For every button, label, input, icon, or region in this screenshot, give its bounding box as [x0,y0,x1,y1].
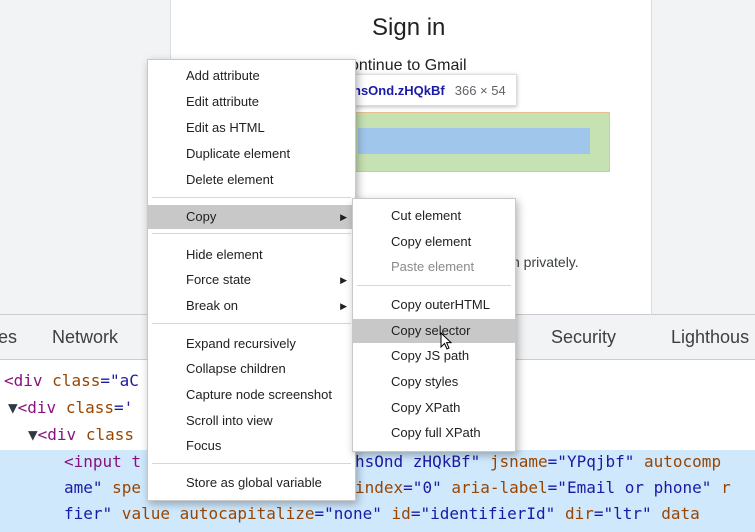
attr-name: r [711,478,731,497]
attr-value: fier" [64,504,113,523]
attr-value: ame" [64,478,103,497]
submenu-item-paste-element[interactable]: Paste element [353,255,515,279]
attr-name: autocomp [634,452,722,471]
submenu-item-copy-element[interactable]: Copy element [353,230,515,254]
tab-lighthouse[interactable]: Lighthous [671,327,749,348]
privately-text: n privately. [512,254,579,270]
attr-name: class [85,425,134,444]
attr-name: spe [102,478,142,497]
attr-name: dir [555,504,594,523]
attr-value: =' [113,398,134,417]
attr-name: value [112,504,170,523]
tag-text: <div [37,425,86,444]
tab-security[interactable]: Security [551,327,616,348]
dom-node-line[interactable]: ▼<div class [28,425,134,444]
submenu-arrow-icon: ▶ [340,301,347,311]
menu-item-duplicate-element[interactable]: Duplicate element [148,142,355,166]
submenu-item-copy-full-xpath[interactable]: Copy full XPath [353,421,515,445]
attr-name: index [355,478,404,497]
menu-item-scroll-into-view[interactable]: Scroll into view [148,409,355,433]
page-subtitle: ontinue to Gmail [350,57,467,74]
submenu-item-copy-styles[interactable]: Copy styles [353,370,515,394]
menu-item-break-on-label: Break on [186,298,239,313]
context-menu: Add attribute Edit attribute Edit as HTM… [147,59,356,501]
menu-separator [152,233,351,234]
dom-node-line[interactable]: <div class="aC [4,371,139,390]
attr-value: ="identifierId" [410,504,556,523]
attr-name: class [65,398,114,417]
dom-node-line-selected-tail[interactable]: hsOnd zHQkBf" jsname="YPqjbf" autocomp [355,452,721,471]
mouse-cursor-icon [440,332,452,350]
menu-item-expand-recursively[interactable]: Expand recursively [148,332,355,356]
dom-node-line-selected[interactable]: <input t [64,452,141,471]
submenu-item-copy-selector[interactable]: Copy selector [353,319,515,343]
submenu-item-copy-xpath[interactable]: Copy XPath [353,396,515,420]
menu-item-add-attribute[interactable]: Add attribute [148,64,355,88]
menu-separator [152,197,351,198]
element-tooltip: hsOnd.zHQkBf 366 × 54 [342,74,517,106]
tooltip-size: 366 × 54 [454,82,506,98]
attr-value: ="aC [100,371,139,390]
expand-triangle-icon[interactable]: ▼ [8,398,18,417]
attr-name: id [381,504,411,523]
attr-name: jsname [480,452,548,471]
attr-value: hsOnd zHQkBf" [355,452,481,471]
element-highlight-content [358,128,590,154]
tag-text: <div [17,398,66,417]
tag-text: <input t [64,452,142,471]
attr-value: ="none" [314,504,382,523]
menu-item-copy[interactable]: Copy ▶ [148,205,355,229]
menu-item-hide-element[interactable]: Hide element [148,243,355,267]
menu-item-force-state-label: Force state [186,272,252,287]
attr-name: autocapitalize [169,504,315,523]
submenu-arrow-icon: ▶ [340,275,347,285]
menu-item-copy-label: Copy [186,209,217,224]
menu-item-edit-as-html[interactable]: Edit as HTML [148,116,355,140]
tag-text: <div [4,371,53,390]
submenu-item-cut-element[interactable]: Cut element [353,204,515,228]
menu-separator [152,323,351,324]
menu-item-store-as-global-variable[interactable]: Store as global variable [148,471,355,495]
expand-triangle-icon[interactable]: ▼ [28,425,38,444]
page-title: Sign in [372,14,446,41]
menu-separator [357,285,511,286]
tab-sources[interactable]: es [0,327,17,348]
menu-item-edit-attribute[interactable]: Edit attribute [148,90,355,114]
menu-item-delete-element[interactable]: Delete element [148,168,355,192]
dom-node-line-selected[interactable]: ame" spe [64,478,141,497]
attr-name: aria-label [441,478,548,497]
attr-name: class [52,371,101,390]
attr-value: ="0" [403,478,442,497]
dom-node-line-selected-tail[interactable]: index="0" aria-label="Email or phone" r [355,478,731,497]
attr-value: ="Email or phone" [547,478,712,497]
menu-item-collapse-children[interactable]: Collapse children [148,357,355,381]
dom-node-line[interactable]: ▼<div class=' [8,398,133,417]
copy-submenu: Cut element Copy element Paste element C… [352,198,516,452]
submenu-arrow-icon: ▶ [340,212,347,222]
menu-item-focus[interactable]: Focus [148,434,355,458]
tooltip-class: hsOnd.zHQkBf [353,82,445,98]
submenu-item-copy-js-path[interactable]: Copy JS path [353,344,515,368]
menu-separator [152,463,351,464]
attr-value: ="ltr" [593,504,652,523]
dom-node-line-selected[interactable]: fier" value autocapitalize="none" id="id… [64,504,700,523]
menu-item-capture-node-screenshot[interactable]: Capture node screenshot [148,383,355,407]
menu-item-force-state[interactable]: Force state ▶ [148,268,355,292]
attr-name: data [651,504,700,523]
attr-value: ="YPqjbf" [547,452,635,471]
tab-network[interactable]: Network [52,327,118,348]
menu-item-break-on[interactable]: Break on ▶ [148,294,355,318]
submenu-item-copy-outerhtml[interactable]: Copy outerHTML [353,293,515,317]
